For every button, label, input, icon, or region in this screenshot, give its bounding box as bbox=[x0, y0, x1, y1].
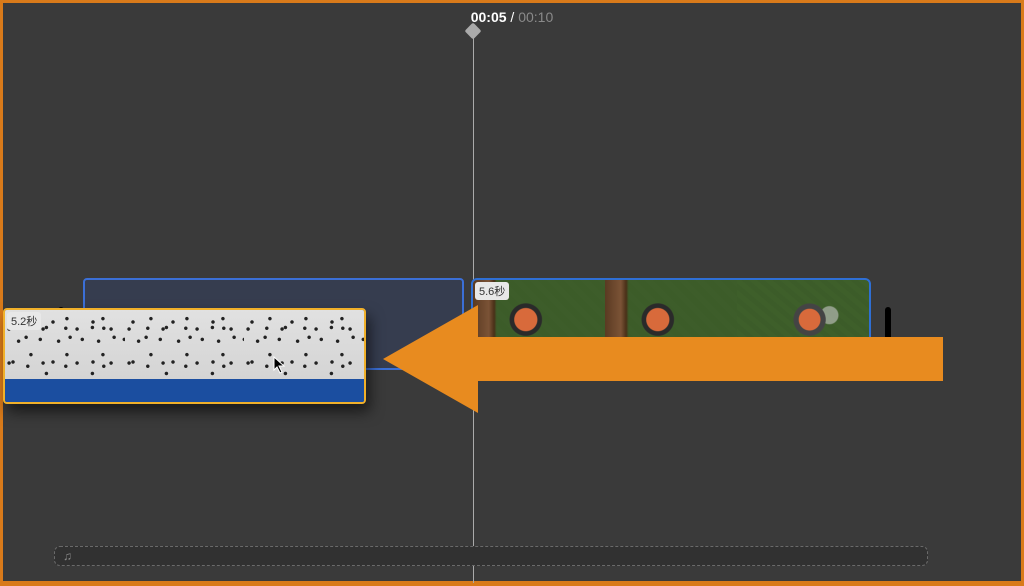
clip-duration-badge: 5.2秒 bbox=[7, 312, 41, 330]
keyframe-marker[interactable] bbox=[859, 366, 869, 376]
clip-audio-strip bbox=[5, 379, 364, 402]
timecode-current: 00:05 bbox=[471, 9, 507, 25]
music-track-placeholder[interactable]: ♫ bbox=[54, 546, 928, 566]
timecode-total: 00:10 bbox=[518, 9, 553, 25]
clip-edge-handle-right[interactable] bbox=[885, 307, 891, 343]
music-icon: ♫ bbox=[63, 549, 72, 563]
clip-thumbnail bbox=[737, 280, 869, 368]
clip-thumbnail bbox=[244, 310, 364, 379]
timeline-clip-bird[interactable]: 5.6秒 bbox=[473, 280, 869, 368]
playhead-handle[interactable] bbox=[465, 23, 482, 40]
clip-thumbnail bbox=[605, 280, 737, 368]
clip-duration-badge: 5.6秒 bbox=[475, 282, 509, 300]
timeline-clip-people-dragging[interactable]: 5.2秒 bbox=[3, 308, 366, 404]
clip-thumbnail bbox=[125, 310, 245, 379]
timecode-separator: / bbox=[507, 9, 519, 25]
timecode-display: 00:05 / 00:10 bbox=[3, 9, 1021, 25]
